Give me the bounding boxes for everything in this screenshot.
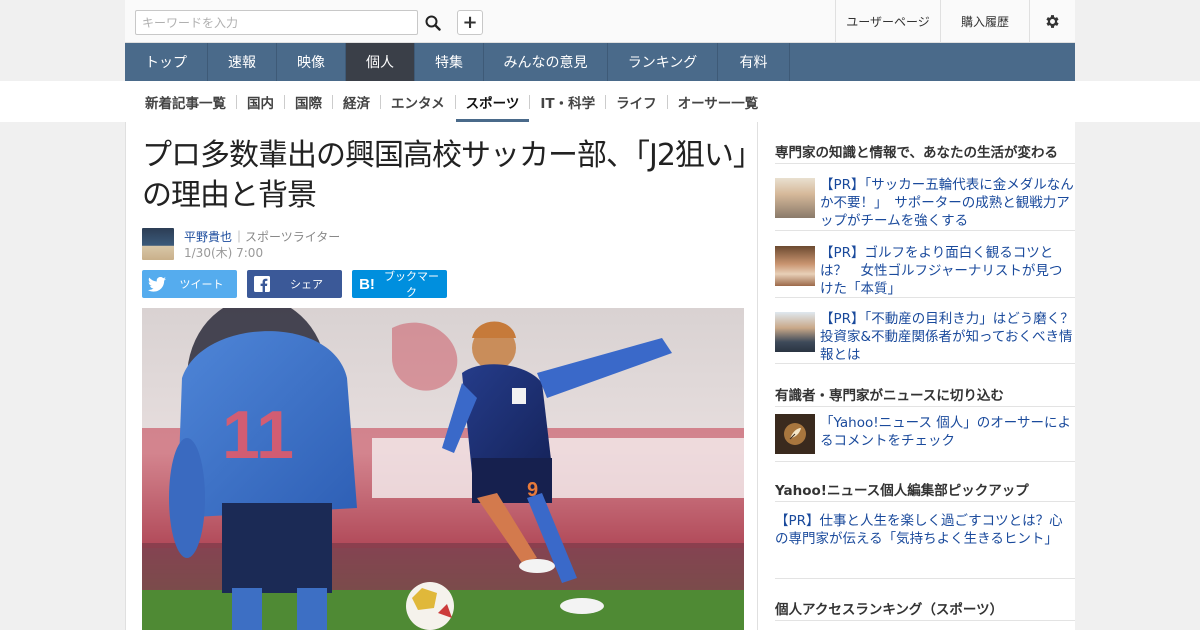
tweet-button[interactable]: ツイート: [142, 270, 237, 298]
subnav-economy[interactable]: 経済: [333, 81, 380, 122]
divider: [775, 363, 1075, 364]
subnav-latest[interactable]: 新着記事一覧: [135, 81, 236, 122]
facebook-icon: [254, 276, 270, 292]
subnav-authors[interactable]: オーサー一覧: [668, 81, 769, 122]
author-name[interactable]: 平野貴也: [184, 228, 232, 245]
nav-individual[interactable]: 個人: [346, 43, 415, 81]
comment-link[interactable]: 「Yahoo!ニュース 個人」のオーサーによるコメントをチェック: [820, 414, 1075, 450]
hatena-bookmark-label: ブックマーク: [384, 270, 439, 299]
sidebar-section-comment-title: 有識者・専門家がニュースに切り込む: [775, 388, 1004, 404]
settings-button[interactable]: [1029, 0, 1075, 43]
divider: [775, 461, 1075, 462]
comment-thumbnail: [775, 414, 815, 454]
pr-thumbnail: [775, 312, 815, 352]
article-title: プロ多数輩出の興国高校サッカー部、「J2狙い」の理由と背景: [142, 138, 748, 213]
subnav-international[interactable]: 国際: [285, 81, 332, 122]
article-hero-image: 11 9 11 9: [142, 308, 744, 630]
author-role: ｜スポーツライター: [233, 230, 341, 244]
soccer-photo: 11 9: [142, 308, 744, 630]
nav-ranking[interactable]: ランキング: [608, 43, 718, 81]
subnav-life[interactable]: ライフ: [606, 81, 667, 122]
hatena-bookmark-button[interactable]: B! ブックマーク: [352, 270, 447, 299]
nav-feature[interactable]: 特集: [415, 43, 484, 81]
pr-item-text[interactable]: 【PR】「サッカー五輪代表に金メダルなんか不要！」 サポーターの成熟と観戦力アッ…: [820, 176, 1075, 230]
divider: [775, 501, 1075, 502]
search-box[interactable]: [135, 10, 418, 35]
purchase-history-link[interactable]: 購入履歴: [940, 0, 1029, 43]
nav-video[interactable]: 映像: [277, 43, 346, 81]
subnav-sports[interactable]: スポーツ: [455, 81, 530, 122]
divider: [775, 406, 1075, 407]
search-icon: [425, 15, 441, 31]
nav-top[interactable]: トップ: [125, 43, 208, 81]
divider: [775, 230, 1075, 231]
subnav-domestic[interactable]: 国内: [237, 81, 284, 122]
nav-paid[interactable]: 有料: [718, 43, 790, 81]
twitter-icon: [148, 276, 166, 292]
author-role-text: スポーツライター: [245, 230, 341, 244]
subnav-it-science[interactable]: IT・科学: [530, 81, 605, 122]
sidebar-section-expert-title: 専門家の知識と情報で、あなたの生活が変わる: [775, 145, 1058, 161]
pickup-link[interactable]: 【PR】仕事と人生を楽しく過ごすコツとは？心の専門家が伝える「気持ちよく生きるヒ…: [775, 512, 1065, 548]
article: プロ多数輩出の興国高校サッカー部、「J2狙い」の理由と背景 平野貴也 ｜スポーツ…: [125, 122, 758, 630]
sub-nav: 新着記事一覧 国内 国際 経済 エンタメ スポーツ IT・科学 ライフ オーサー…: [125, 81, 1075, 122]
nav-opinions[interactable]: みんなの意見: [484, 43, 608, 81]
divider: [775, 620, 1075, 621]
divider: [775, 578, 1075, 579]
gear-icon: [1046, 15, 1059, 28]
search-button[interactable]: [418, 10, 448, 35]
facebook-share-label: シェア: [290, 278, 323, 291]
nav-breaking[interactable]: 速報: [208, 43, 277, 81]
feather-pen-icon: [784, 423, 806, 445]
sidebar-section-pickup-title: Yahoo!ニュース個人編集部ピックアップ: [775, 483, 1029, 499]
publish-date: 1/30(木) 7:00: [184, 246, 264, 260]
pr-thumbnail: [775, 246, 815, 286]
plus-icon: +: [462, 12, 478, 33]
search-input[interactable]: [136, 11, 417, 34]
hatena-icon: B!: [359, 275, 375, 293]
sidebar: 専門家の知識と情報で、あなたの生活が変わる 【PR】「サッカー五輪代表に金メダル…: [758, 122, 1087, 630]
pr-item-text[interactable]: 【PR】「不動産の目利き力」はどう磨く？ 投資家&不動産関係者が知っておくべき情…: [820, 310, 1087, 364]
pr-thumbnail: [775, 178, 815, 218]
divider: [775, 297, 1075, 298]
main-nav: トップ 速報 映像 個人 特集 みんなの意見 ランキング 有料: [125, 43, 1075, 81]
user-page-link[interactable]: ユーザーページ: [835, 0, 940, 43]
divider: [775, 163, 1075, 164]
author-avatar[interactable]: [142, 228, 174, 260]
top-bar: + ユーザーページ 購入履歴: [125, 0, 1075, 43]
sidebar-section-ranking-title: 個人アクセスランキング（スポーツ）: [775, 602, 1004, 618]
tweet-label: ツイート: [179, 278, 224, 291]
add-button[interactable]: +: [457, 10, 483, 35]
subnav-entertainment[interactable]: エンタメ: [381, 81, 455, 122]
pr-item-text[interactable]: 【PR】ゴルフをより面白く観るコツとは？ 女性ゴルフジャーナリストが見つけた「本…: [820, 244, 1075, 298]
svg-text:11: 11: [222, 397, 294, 473]
facebook-share-button[interactable]: シェア: [247, 270, 342, 298]
